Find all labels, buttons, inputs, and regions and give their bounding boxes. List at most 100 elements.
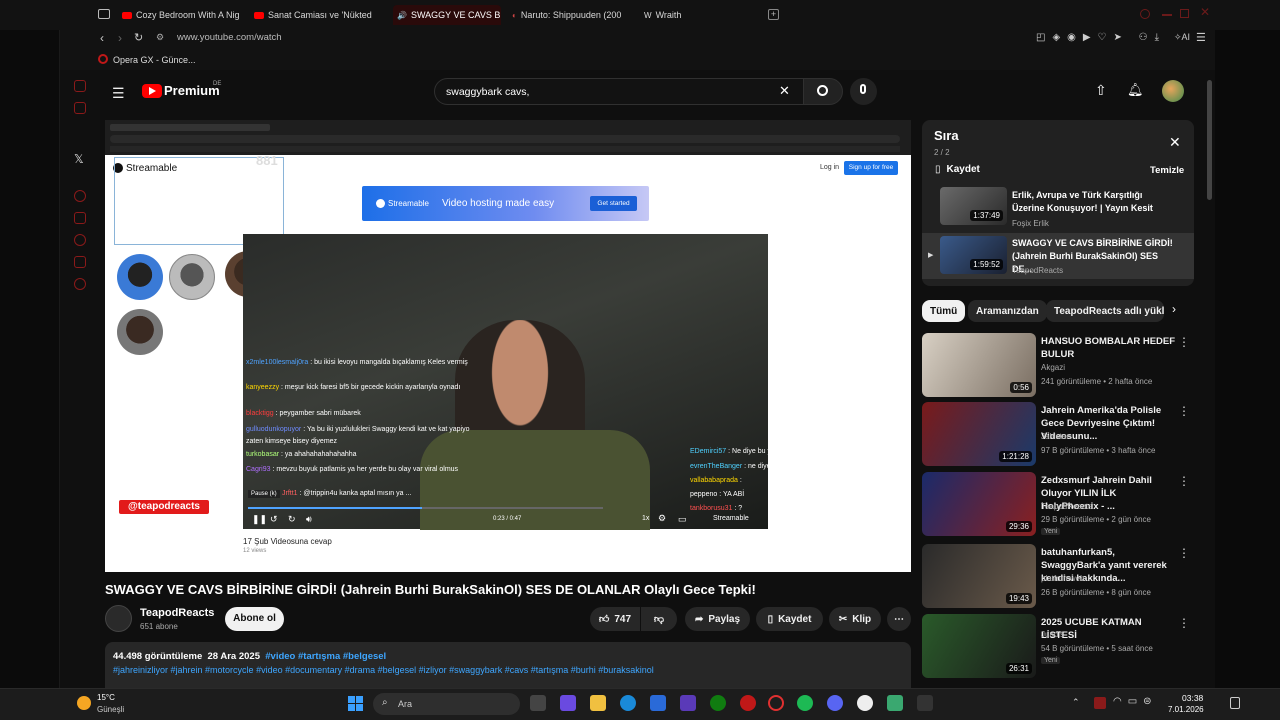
notification-center-icon[interactable] [1230, 697, 1240, 709]
maximize-icon[interactable] [1180, 9, 1189, 18]
opera-gx-icon[interactable] [740, 695, 756, 711]
search-input[interactable]: swaggybark cavs, [446, 86, 529, 98]
queue-thumb-0[interactable]: 1:37:49 [940, 187, 1007, 225]
edge-icon[interactable] [620, 695, 636, 711]
queue-thumb-1[interactable]: 1:59:52 [940, 236, 1007, 274]
task-view-icon[interactable] [530, 695, 546, 711]
voice-search-button[interactable] [850, 78, 877, 105]
more-icon[interactable]: ⋮ [1178, 546, 1190, 560]
progress-track[interactable] [248, 507, 603, 509]
weather-temp[interactable]: 15°C [97, 693, 115, 702]
tab-1[interactable]: Sanat Camiası ve 'Nükted [254, 5, 372, 25]
more-icon[interactable]: ⋮ [1178, 474, 1190, 488]
chip-search[interactable]: Aramanızdan [968, 300, 1047, 322]
windows-start-icon[interactable] [348, 696, 363, 711]
opera-gx-active-icon[interactable] [768, 695, 784, 711]
notifications-icon[interactable]: 🔔︎ [1127, 82, 1144, 98]
discord-icon[interactable] [827, 695, 843, 711]
channel-name[interactable]: TeapodReacts [140, 607, 214, 619]
youtube-premium-logo[interactable]: Premium [164, 83, 220, 98]
search-button[interactable] [803, 78, 843, 105]
app2-icon[interactable] [887, 695, 903, 711]
volume-icon[interactable]: 🔊︎ [306, 514, 312, 525]
close-queue-icon[interactable]: ✕ [1169, 134, 1181, 151]
hashtags[interactable]: #jahreinizliyor #jahrein #motorcycle #vi… [113, 665, 654, 675]
taskbar-date[interactable]: 7.01.2026 [1168, 705, 1204, 714]
page-info-icon[interactable]: ⚙ [156, 32, 164, 43]
save-button[interactable]: ▯ Kaydet [756, 607, 823, 631]
upload-icon[interactable]: ⇧ [1095, 82, 1107, 99]
tab-0[interactable]: Cozy Bedroom With A Nig [122, 5, 240, 25]
history2-icon[interactable] [74, 234, 86, 246]
chip-all[interactable]: Tümü [922, 300, 966, 322]
weather-sun-icon[interactable] [77, 696, 91, 710]
queue-item-0-title[interactable]: Erlik, Avrupa ve Türk Karşıtlığı Üzerine… [1012, 189, 1172, 215]
app3-icon[interactable] [917, 695, 933, 711]
tray-status-icons[interactable]: ◠▭⊜ [1113, 696, 1158, 707]
app-icon[interactable] [680, 695, 696, 711]
queue-clear-button[interactable]: Temizle [1150, 165, 1184, 176]
store-icon[interactable] [650, 695, 666, 711]
xbox-icon[interactable] [710, 695, 726, 711]
scrollbar[interactable] [1207, 80, 1212, 200]
minimize-icon[interactable] [1162, 14, 1172, 16]
tab-4[interactable]: W Wraith [644, 5, 704, 25]
forward-icon[interactable]: › [118, 31, 122, 45]
chip-channel[interactable]: TeapodReacts adlı yükle [1046, 300, 1164, 322]
avatar[interactable] [1162, 80, 1184, 102]
twitch-icon[interactable] [74, 102, 86, 114]
queue-save-button[interactable]: ▯ Kaydet [935, 164, 980, 175]
clear-search-icon[interactable]: ✕ [779, 83, 790, 99]
clock-icon[interactable] [74, 190, 86, 202]
taskbar-search[interactable] [373, 693, 520, 715]
dislike-button[interactable]: 👎︎ [641, 607, 677, 631]
close-window-icon[interactable]: ✕ [1200, 5, 1210, 19]
clip-button[interactable]: ✂ Klip [829, 607, 881, 631]
rec-item-4[interactable]: 26:31 2025 UCUBE KATMAN LİSTESİ Juadis 5… [922, 614, 1194, 678]
tab-switcher-icon[interactable] [98, 9, 110, 19]
more-icon[interactable]: ⋮ [1178, 335, 1190, 349]
rec-item-3[interactable]: 19:43 batuhanfurkan5, SwaggyBark'a yanıt… [922, 544, 1194, 608]
rewind-icon[interactable]: ↺ [270, 514, 278, 525]
more-icon[interactable]: ⋮ [1178, 616, 1190, 630]
login-link[interactable]: Log in [820, 164, 839, 171]
settings-gear-icon[interactable]: ⚙ [658, 513, 666, 524]
menu-icon[interactable]: ☰ [1196, 31, 1206, 44]
ai-button[interactable]: ✧AI [1174, 32, 1190, 43]
tab-3[interactable]: ◐ Naruto: Shippuuden (200 [512, 5, 630, 25]
file-explorer-icon[interactable] [590, 695, 606, 711]
taskbar-search-label[interactable]: Ara [398, 699, 412, 709]
url-field[interactable]: www.youtube.com/watch [177, 32, 282, 43]
rec-item-2[interactable]: 29:36 Zedxsmurf Jahrein Dahil Oluyor YIL… [922, 472, 1194, 536]
more-actions-button[interactable]: ⋯ [887, 607, 911, 631]
speed-button[interactable]: 1x [642, 515, 649, 522]
rec-item-1[interactable]: 1:21:28 Jahrein Amerika'da Polisle Gece … [922, 402, 1194, 466]
forward-icon[interactable]: ↻ [288, 514, 296, 525]
rec-item-0[interactable]: 0:56 HANSUO BOMBALAR HEDEF BULUR Akgazi … [922, 333, 1194, 397]
hamburger-menu-icon[interactable]: ☰ [112, 85, 125, 102]
tab-2-active[interactable]: 🔊 SWAGGY VE CAVS Bİ [393, 5, 501, 25]
bookmark-item[interactable]: Opera GX - Günce... [113, 55, 196, 65]
toolbar-icons[interactable]: ◰◈◉▶♡➤ ⚇⤓ [1036, 32, 1166, 43]
warning-icon[interactable] [74, 80, 86, 92]
search-tabs-icon[interactable] [1140, 9, 1150, 19]
settings-icon[interactable] [74, 278, 86, 290]
copilot-icon[interactable] [560, 695, 576, 711]
new-tab-button[interactable]: + [768, 9, 779, 20]
tray-app-icon[interactable] [1094, 697, 1106, 709]
like-button[interactable]: 👍︎ 747 [590, 607, 640, 631]
youtube-logo-icon[interactable] [142, 84, 162, 98]
pause-icon[interactable]: ❚❚ [252, 514, 267, 525]
box-icon[interactable] [74, 212, 86, 224]
chatgpt-icon[interactable] [857, 695, 873, 711]
banner-cta-button[interactable]: Get started [590, 196, 637, 211]
signup-button[interactable]: Sign up for free [844, 161, 898, 175]
pin-icon[interactable] [74, 256, 86, 268]
pip-icon[interactable]: ▭ [678, 514, 687, 525]
channel-avatar[interactable] [105, 605, 132, 632]
reload-icon[interactable]: ↻ [134, 31, 143, 44]
tray-chevron-icon[interactable]: ⌃ [1072, 697, 1080, 708]
more-icon[interactable]: ⋮ [1178, 404, 1190, 418]
subscribe-button[interactable]: Abone ol [225, 607, 284, 631]
x-icon[interactable]: 𝕏 [74, 152, 84, 166]
